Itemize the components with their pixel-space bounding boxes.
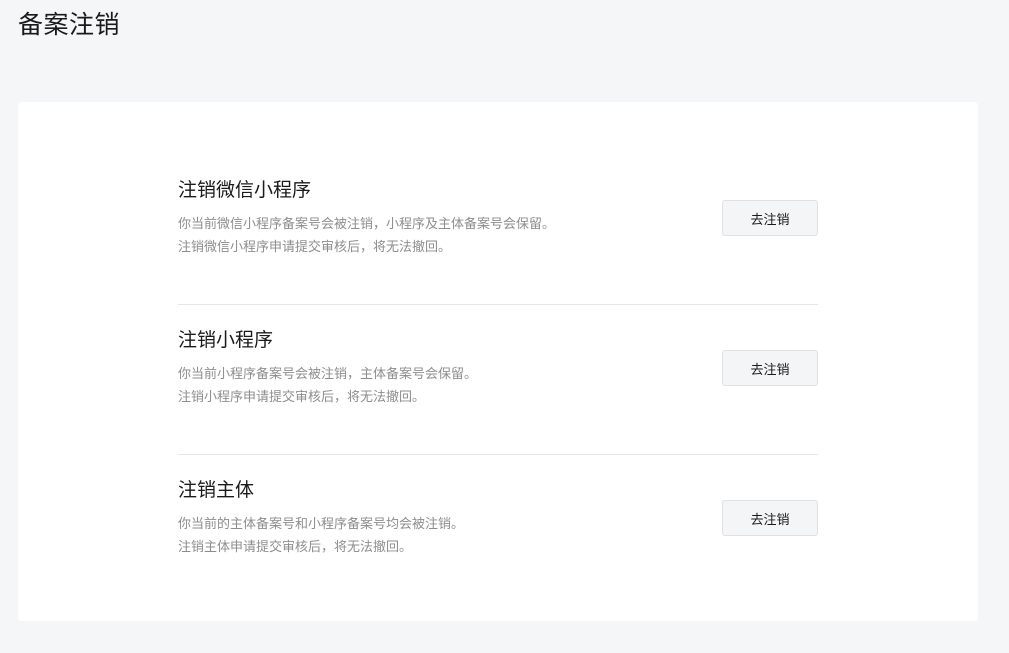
item-title: 注销主体 [178, 479, 255, 501]
cancel-wechat-miniprogram-button[interactable]: 去注销 [722, 200, 818, 236]
cancel-miniprogram-button[interactable]: 去注销 [722, 350, 818, 386]
cancellation-options-list: 注销微信小程序 你当前微信小程序备案号会被注销，小程序及主体备案号会保留。 注销… [178, 155, 818, 605]
item-description-line: 你当前微信小程序备案号会被注销，小程序及主体备案号会保留。 [178, 217, 556, 232]
list-item-cancel-wechat-miniprogram: 注销微信小程序 你当前微信小程序备案号会被注销，小程序及主体备案号会保留。 注销… [178, 155, 818, 305]
item-description: 你当前微信小程序备案号会被注销，小程序及主体备案号会保留。 注销微信小程序申请提… [178, 214, 555, 259]
item-description-line: 注销微信小程序申请提交审核后，将无法撤回。 [178, 239, 452, 255]
item-title: 注销微信小程序 [178, 179, 312, 201]
item-title: 注销小程序 [178, 329, 274, 351]
item-description: 你当前的主体备案号和小程序备案号均会被注销。 注销主体申请提交审核后，将无法撤回… [178, 514, 464, 559]
item-description-line: 注销小程序申请提交审核后，将无法撤回。 [178, 389, 426, 405]
list-item-cancel-entity: 注销主体 你当前的主体备案号和小程序备案号均会被注销。 注销主体申请提交审核后，… [178, 455, 818, 605]
content-card: 注销微信小程序 你当前微信小程序备案号会被注销，小程序及主体备案号会保留。 注销… [18, 102, 978, 621]
item-description: 你当前小程序备案号会被注销，主体备案号会保留。 注销小程序申请提交审核后，将无法… [178, 364, 477, 409]
list-item-cancel-miniprogram: 注销小程序 你当前小程序备案号会被注销，主体备案号会保留。 注销小程序申请提交审… [178, 305, 818, 455]
cancel-entity-button[interactable]: 去注销 [722, 500, 818, 536]
item-description-line: 你当前的主体备案号和小程序备案号均会被注销。 [178, 517, 465, 532]
page-title: 备案注销 [18, 10, 121, 39]
item-description-line: 注销主体申请提交审核后，将无法撤回。 [178, 539, 413, 555]
item-description-line: 你当前小程序备案号会被注销，主体备案号会保留。 [178, 367, 478, 382]
